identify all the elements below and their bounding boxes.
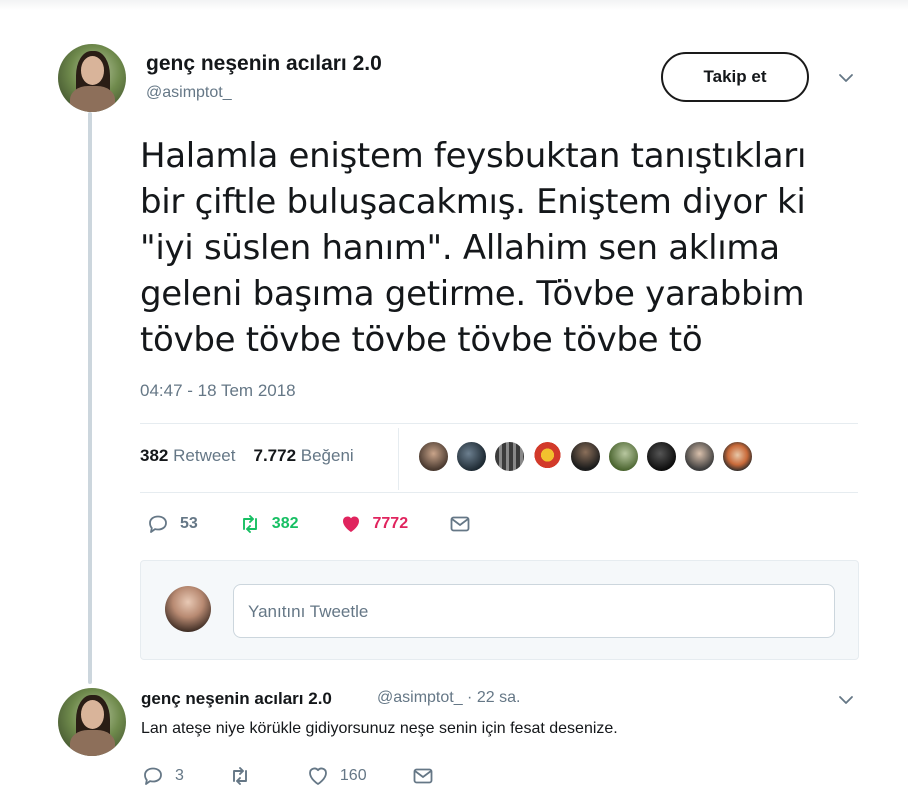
liker-avatar[interactable]	[684, 441, 715, 472]
reply-composer: Yanıtını Tweetle	[140, 560, 859, 660]
tweet-text-line: "iyi süslen hanım". Allahim sen aklıma	[140, 228, 780, 268]
liker-avatar[interactable]	[570, 441, 601, 472]
tweet-text: Halamla eniştem feysbuktan tanıştıkları …	[140, 133, 840, 363]
retweet-label: Retweet	[173, 446, 236, 465]
chevron-down-icon[interactable]	[838, 692, 854, 708]
author-handle[interactable]: @asimptot_	[146, 84, 232, 102]
like-count: 7.772	[253, 446, 297, 465]
heart-icon	[342, 516, 359, 532]
author-name[interactable]: genç neşenin acıları 2.0	[146, 52, 382, 76]
reply-input[interactable]: Yanıtını Tweetle	[233, 584, 835, 638]
liker-avatar[interactable]	[418, 441, 449, 472]
reply-count: 3	[175, 767, 184, 784]
like-stat[interactable]: 7.772 Beğeni	[253, 446, 353, 466]
tweet-text-line: bir çiftle buluşacakmış. Eniştem diyor k…	[140, 182, 806, 222]
reply-author-handle[interactable]: @asimptot_ · 22 sa.	[377, 689, 520, 707]
retweet-action-count: 382	[271, 515, 299, 532]
follow-button[interactable]: Takip et	[661, 52, 809, 102]
tweet-text-line: tövbe tövbe tövbe tövbe tövbe tö	[140, 320, 703, 360]
tweet-text-line: geleni başıma getirme. Tövbe yarabbim	[140, 274, 805, 314]
like-action[interactable]: 7772	[339, 512, 409, 536]
reply-count: 53	[180, 515, 198, 532]
liker-avatar[interactable]	[494, 441, 525, 472]
liker-avatars	[418, 441, 753, 472]
current-user-avatar	[165, 586, 211, 632]
like-label: Beğeni	[300, 446, 354, 465]
message-icon	[450, 516, 470, 532]
window-top-edge	[0, 0, 908, 10]
retweet-action[interactable]	[228, 764, 262, 788]
like-action-count: 7772	[372, 515, 409, 532]
thread-connector	[88, 112, 92, 684]
message-icon	[413, 768, 433, 784]
reply-icon	[144, 767, 162, 785]
liker-avatar[interactable]	[532, 441, 563, 472]
reply-text: Lan ateşe niye körükle gidiyorsunuz neşe…	[141, 720, 618, 737]
message-action[interactable]	[448, 512, 472, 536]
liker-avatar[interactable]	[646, 441, 677, 472]
reply-author-avatar[interactable]	[58, 688, 126, 756]
heart-icon	[309, 767, 327, 785]
author-avatar[interactable]	[58, 44, 126, 112]
like-action[interactable]: 160	[306, 764, 367, 788]
retweet-action[interactable]: 382	[238, 512, 299, 536]
reply-icon	[149, 515, 167, 533]
retweet-count: 382	[140, 446, 169, 465]
retweet-icon	[232, 767, 247, 785]
stats-separator	[398, 428, 399, 490]
divider	[140, 492, 858, 493]
reply-tweet-actions: 3 160	[141, 764, 479, 788]
liker-avatar[interactable]	[608, 441, 639, 472]
reply-author-name[interactable]: genç neşenin acıları 2.0	[141, 689, 332, 709]
like-action-count: 160	[339, 767, 367, 784]
retweet-icon	[242, 515, 257, 533]
reply-action[interactable]: 3	[141, 764, 184, 788]
divider	[140, 423, 858, 424]
tweet-text-line: Halamla eniştem feysbuktan tanıştıkları	[140, 136, 807, 176]
reply-action[interactable]: 53	[146, 512, 198, 536]
tweet-stats: 382 Retweet 7.772 Beğeni	[140, 446, 354, 466]
tweet-actions: 53 382 7772	[146, 512, 512, 536]
retweet-stat[interactable]: 382 Retweet	[140, 446, 235, 466]
liker-avatar[interactable]	[456, 441, 487, 472]
tweet-timestamp[interactable]: 04:47 - 18 Tem 2018	[140, 381, 296, 401]
chevron-down-icon[interactable]	[838, 70, 854, 86]
liker-avatar[interactable]	[722, 441, 753, 472]
message-action[interactable]	[411, 764, 435, 788]
